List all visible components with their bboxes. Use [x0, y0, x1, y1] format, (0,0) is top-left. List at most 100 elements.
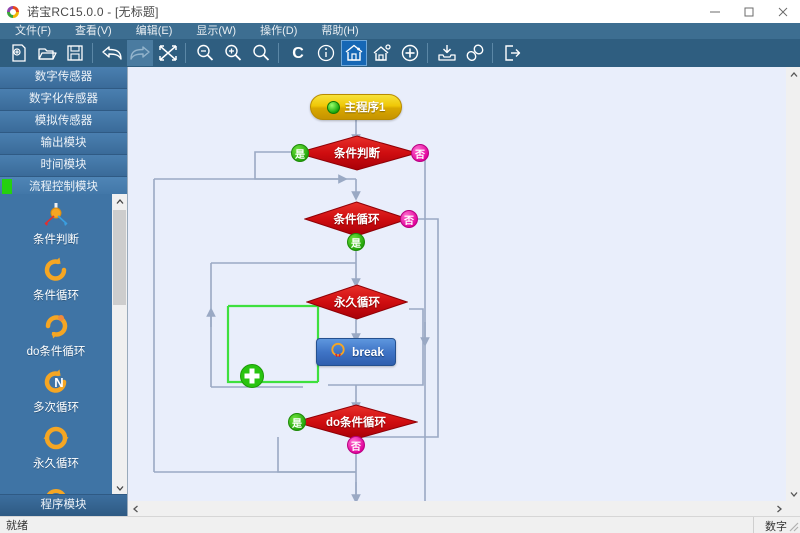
sidebar-category-digitized-sensor[interactable]: 数字化传感器 [0, 89, 127, 111]
sidebar-category-program-module[interactable]: 程序模块 [0, 494, 127, 516]
compile-c-icon[interactable]: C [285, 40, 311, 66]
resize-grip-icon[interactable] [786, 519, 800, 533]
palette-item-label: 永久循环 [33, 457, 79, 470]
node-start-main-program[interactable]: 主程序1 [310, 94, 402, 120]
menu-bar: 文件(F) 查看(V) 编辑(E) 显示(W) 操作(D) 帮助(H) [0, 23, 800, 39]
node-forever-loop[interactable]: 永久循环 [306, 284, 408, 320]
sidebar-category-output-module[interactable]: 输出模块 [0, 133, 127, 155]
left-panel: 数字传感器 数字化传感器 模拟传感器 输出模块 时间模块 流程控制模块 条件判断… [0, 67, 127, 516]
palette-item-while-loop[interactable]: 条件循环 [0, 250, 112, 306]
category-label: 数字化传感器 [29, 93, 98, 105]
menu-file[interactable]: 文件(F) [6, 23, 60, 39]
node-break[interactable]: break [316, 338, 396, 366]
sidebar-category-time-module[interactable]: 时间模块 [0, 155, 127, 177]
zoom-out-icon[interactable] [192, 40, 218, 66]
menu-help[interactable]: 帮助(H) [312, 23, 367, 39]
badge-no-do-while-loop[interactable]: 否 [347, 436, 365, 454]
badge-no-while-loop[interactable]: 否 [400, 210, 418, 228]
chevron-down-icon[interactable] [112, 480, 127, 495]
node-do-while-loop[interactable]: do条件循环 [294, 404, 418, 440]
do-while-loop-icon [34, 310, 78, 342]
forever-loop-icon [34, 422, 78, 454]
category-label: 输出模块 [40, 137, 87, 149]
badge-no-condition-branch[interactable]: 否 [411, 144, 429, 162]
svg-text:N: N [54, 375, 63, 390]
break-loop-icon [328, 341, 348, 364]
flowchart-connectors [153, 120, 439, 501]
status-bar: 就绪 数字 [0, 516, 800, 533]
node-condition-branch[interactable]: 条件判断 [296, 135, 418, 171]
zoom-reset-icon[interactable] [248, 40, 274, 66]
chevron-up-icon[interactable] [786, 67, 800, 82]
palette-scroll-area: 条件判断 条件循环 do条件循环 N 多次循环 永久循环 [0, 194, 127, 495]
palette-item-forever-loop[interactable]: 永久循环 [0, 418, 112, 474]
sidebar-category-digital-sensor[interactable]: 数字传感器 [0, 67, 127, 89]
info-circle-icon[interactable] [313, 40, 339, 66]
n-times-loop-icon: N [34, 366, 78, 398]
canvas-vertical-scrollbar[interactable] [786, 67, 800, 501]
palette-item-label: 条件判断 [33, 233, 79, 246]
chevron-down-icon[interactable] [786, 486, 800, 501]
palette-item-condition-branch[interactable]: 条件判断 [0, 194, 112, 250]
status-message: 就绪 [6, 520, 28, 532]
badge-yes-while-loop[interactable]: 是 [347, 233, 365, 251]
palette-item-do-while-loop[interactable]: do条件循环 [0, 306, 112, 362]
maximize-icon[interactable] [732, 0, 766, 23]
sidebar-category-analog-sensor[interactable]: 模拟传感器 [0, 111, 127, 133]
redo-arrow-icon[interactable] [127, 40, 153, 66]
flowchart-canvas[interactable]: 主程序1 条件判断 是 否 条件循环 否 是 永久循环 break do条件循环… [127, 67, 800, 516]
category-label: 流程控制模块 [29, 181, 98, 193]
menu-display[interactable]: 显示(W) [187, 23, 245, 39]
badge-yes-do-while-loop[interactable]: 是 [288, 413, 306, 431]
nobook-logo-icon [7, 5, 21, 19]
chevron-right-icon[interactable] [771, 501, 786, 516]
condition-branch-icon [34, 198, 78, 230]
add-plus-icon[interactable] [239, 363, 265, 389]
new-file-icon[interactable] [6, 40, 32, 66]
home-house-icon[interactable] [341, 40, 367, 66]
application-window: 诺宝RC15.0.0 - [无标题] 文件(F) 查看(V) 编辑(E) 显示(… [0, 0, 800, 533]
palette-item-break[interactable] [0, 474, 112, 495]
menu-operate[interactable]: 操作(D) [251, 23, 306, 39]
category-label: 模拟传感器 [34, 115, 93, 127]
category-label: 数字传感器 [34, 71, 93, 83]
download-tray-icon[interactable] [434, 40, 460, 66]
while-loop-icon [34, 254, 78, 286]
palette-item-label: do条件循环 [26, 345, 86, 358]
save-disk-icon[interactable] [62, 40, 88, 66]
house-tag-icon[interactable] [369, 40, 395, 66]
undo-arrow-icon[interactable] [99, 40, 125, 66]
toolbar: C [0, 39, 800, 67]
minimize-icon[interactable] [698, 0, 732, 23]
palette-list: 条件判断 条件循环 do条件循环 N 多次循环 永久循环 [0, 194, 112, 495]
palette-scroll-thumb[interactable] [113, 210, 126, 305]
node-while-loop[interactable]: 条件循环 [304, 201, 409, 237]
node-label: 主程序1 [344, 102, 386, 114]
canvas-horizontal-scrollbar[interactable] [128, 501, 800, 516]
chevron-left-icon[interactable] [128, 501, 143, 516]
start-indicator-dot [326, 100, 340, 114]
palette-item-label: 条件循环 [33, 289, 79, 302]
close-icon[interactable] [766, 0, 800, 23]
node-label: break [351, 345, 385, 359]
link-chain-icon[interactable] [462, 40, 488, 66]
chevron-up-icon[interactable] [112, 194, 127, 209]
svg-text:C: C [292, 45, 304, 62]
title-bar: 诺宝RC15.0.0 - [无标题] [0, 0, 800, 23]
window-controls [698, 0, 800, 23]
palette-item-n-times-loop[interactable]: N 多次循环 [0, 362, 112, 418]
exit-door-icon[interactable] [499, 40, 525, 66]
plus-circle-icon[interactable] [397, 40, 423, 66]
badge-yes-condition-branch[interactable]: 是 [291, 144, 309, 162]
delete-x-icon[interactable] [155, 40, 181, 66]
menu-edit[interactable]: 编辑(E) [127, 23, 182, 39]
menu-view[interactable]: 查看(V) [66, 23, 121, 39]
palette-scrollbar[interactable] [112, 194, 127, 495]
category-label: 程序模块 [40, 499, 87, 511]
palette-item-label: 多次循环 [33, 401, 79, 414]
category-label: 时间模块 [40, 159, 87, 171]
window-title: 诺宝RC15.0.0 - [无标题] [27, 5, 159, 19]
zoom-in-icon[interactable] [220, 40, 246, 66]
canvas-vscroll-track[interactable] [786, 82, 800, 486]
open-folder-icon[interactable] [34, 40, 60, 66]
